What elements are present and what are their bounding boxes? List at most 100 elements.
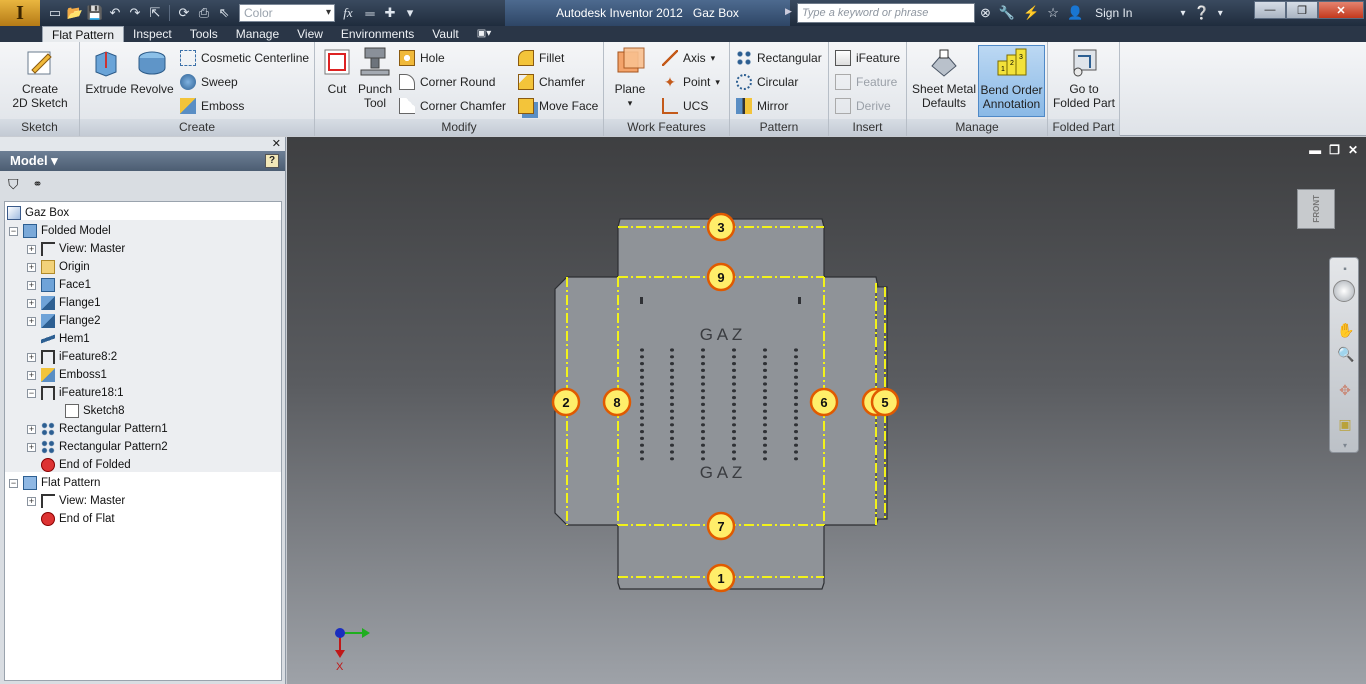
bend-order-annotation-button[interactable]: 123 Bend Order Annotation — [978, 45, 1045, 117]
filter-icon[interactable]: ⛉ — [8, 176, 19, 193]
return-icon[interactable]: ⇱ — [146, 4, 164, 22]
color-override-dropdown[interactable]: Color — [239, 4, 335, 22]
expand-icon[interactable]: + — [27, 352, 36, 362]
steering-wheel-icon[interactable] — [1333, 280, 1355, 302]
tree-node[interactable]: Hem1 — [27, 330, 90, 348]
ribbon-options-icon[interactable]: ▣▾ — [468, 26, 500, 42]
cosmetic-centerline-button[interactable]: Cosmetic Centerline — [180, 48, 309, 68]
expand-icon[interactable]: + — [27, 244, 36, 254]
tab-manage[interactable]: Manage — [227, 26, 288, 42]
tree-node[interactable]: − Folded Model — [9, 222, 111, 240]
tree-node[interactable]: Gaz Box — [7, 204, 69, 222]
tree-node[interactable]: − iFeature18:1 — [27, 384, 124, 402]
go-to-folded-part-button[interactable]: Go to Folded Part — [1050, 46, 1118, 110]
expand-icon[interactable]: + — [27, 316, 36, 326]
new-icon[interactable]: ▭ — [46, 4, 64, 22]
bend-order-marker[interactable]: 8 — [602, 387, 632, 417]
measure-icon[interactable]: ═ — [361, 4, 379, 22]
expand-icon[interactable]: + — [27, 496, 36, 506]
tree-node[interactable]: + Origin — [27, 258, 90, 276]
hole-button[interactable]: Hole — [399, 48, 445, 68]
tab-environments[interactable]: Environments — [332, 26, 423, 42]
search-expand-icon[interactable]: ▶ — [785, 6, 792, 17]
axis-button[interactable]: Axis ▾ — [662, 48, 715, 68]
communication-icon[interactable]: ⚡ — [1023, 5, 1039, 21]
browser-title-dropdown[interactable]: Model ▾ — [10, 153, 58, 169]
print-icon[interactable]: ⎙ — [195, 4, 213, 22]
derive-button[interactable]: Derive — [835, 96, 891, 116]
bend-order-marker[interactable]: 2 — [551, 387, 581, 417]
customize-dropdown-icon[interactable]: ▾ — [401, 4, 419, 22]
tree-node[interactable]: Sketch8 — [65, 402, 125, 420]
browser-close-icon[interactable]: ✕ — [272, 137, 281, 151]
move-face-button[interactable]: Move Face — [518, 96, 598, 116]
tree-node[interactable]: End of Folded — [27, 456, 131, 474]
tree-node[interactable]: − Flat Pattern — [9, 474, 100, 492]
tab-view[interactable]: View — [288, 26, 332, 42]
mirror-button[interactable]: Mirror — [736, 96, 788, 116]
tree-node[interactable]: + Rectangular Pattern1 — [27, 420, 168, 438]
create-2d-sketch-button[interactable]: Create 2D Sketch — [10, 46, 70, 110]
tree-node[interactable]: + View: Master — [27, 240, 125, 258]
plane-dropdown-icon[interactable]: ▾ — [628, 96, 633, 110]
circular-pattern-button[interactable]: Circular — [736, 72, 798, 92]
extrude-button[interactable]: Extrude — [84, 46, 128, 96]
signin-dropdown-icon[interactable]: ▾ — [1180, 8, 1185, 19]
sheet-metal-defaults-button[interactable]: Sheet Metal Defaults — [909, 46, 979, 110]
revolve-button[interactable]: Revolve — [128, 46, 176, 96]
favorites-icon[interactable]: ☆ — [1047, 5, 1059, 21]
tree-node[interactable]: End of Flat — [27, 510, 115, 528]
bend-order-marker[interactable]: 3 — [706, 212, 736, 242]
save-icon[interactable]: 💾 — [86, 4, 104, 22]
feature-button[interactable]: Feature — [835, 72, 897, 92]
tree-node[interactable]: + Flange2 — [27, 312, 101, 330]
corner-chamfer-button[interactable]: Corner Chamfer — [399, 96, 506, 116]
expand-icon[interactable]: + — [27, 442, 36, 452]
help-dropdown-icon[interactable]: ▾ — [1218, 8, 1223, 19]
emboss-button[interactable]: Emboss — [180, 96, 244, 116]
update-icon[interactable]: ⟳ — [175, 4, 193, 22]
user-icon[interactable]: 👤 — [1067, 5, 1083, 21]
plus-icon[interactable]: ✚ — [381, 4, 399, 22]
ifeature-button[interactable]: iFeature — [835, 48, 900, 68]
navbar-close-icon[interactable]: ▪ — [1337, 262, 1353, 278]
minimize-button[interactable]: — — [1254, 1, 1286, 19]
tab-flat-pattern[interactable]: Flat Pattern — [42, 26, 125, 42]
viewcube[interactable]: FRONT — [1297, 189, 1335, 229]
tree-node[interactable]: + Emboss1 — [27, 366, 107, 384]
tab-tools[interactable]: Tools — [181, 26, 227, 42]
expand-icon[interactable]: + — [27, 370, 36, 380]
application-menu-button[interactable]: I — [0, 0, 40, 26]
undo-icon[interactable]: ↶ — [106, 4, 124, 22]
graphics-viewport[interactable]: ▬ ❐ ✕ G A Z G A Z 123456789 FRONT ▪ — [287, 137, 1366, 684]
rectangular-pattern-button[interactable]: Rectangular — [736, 48, 822, 68]
collapse-icon[interactable]: − — [9, 478, 18, 488]
corner-round-button[interactable]: Corner Round — [399, 72, 495, 92]
point-button[interactable]: ✦ Point ▾ — [662, 72, 720, 92]
help-icon[interactable]: ❔ — [1194, 5, 1210, 21]
expand-icon[interactable]: + — [27, 298, 36, 308]
bend-order-marker[interactable]: 6 — [809, 387, 839, 417]
cut-button[interactable]: Cut — [319, 46, 355, 96]
binoculars-icon[interactable]: ⊗ — [980, 5, 991, 21]
tree-node[interactable]: + iFeature8:2 — [27, 348, 117, 366]
browser-help-icon[interactable]: ? — [265, 154, 279, 168]
expand-icon[interactable]: + — [27, 424, 36, 434]
plane-button[interactable]: Plane ▾ — [610, 46, 650, 110]
collapse-icon[interactable]: − — [9, 226, 18, 236]
tree-node[interactable]: + Rectangular Pattern2 — [27, 438, 168, 456]
restore-button[interactable]: ❐ — [1286, 1, 1318, 19]
axis-dropdown-icon[interactable]: ▾ — [711, 53, 716, 64]
bend-order-marker[interactable]: 5 — [870, 387, 900, 417]
expand-icon[interactable]: + — [27, 280, 36, 290]
bend-order-marker[interactable]: 1 — [706, 563, 736, 593]
bend-order-marker[interactable]: 9 — [706, 262, 736, 292]
bend-order-marker[interactable]: 7 — [706, 511, 736, 541]
tree-node[interactable]: + View: Master — [27, 492, 125, 510]
expand-icon[interactable]: + — [27, 262, 36, 272]
collapse-icon[interactable]: − — [27, 388, 36, 398]
tab-vault[interactable]: Vault — [423, 26, 467, 42]
punch-tool-button[interactable]: Punch Tool — [357, 46, 393, 110]
chamfer-button[interactable]: Chamfer — [518, 72, 585, 92]
pan-hand-icon[interactable]: ✋ — [1337, 322, 1354, 338]
